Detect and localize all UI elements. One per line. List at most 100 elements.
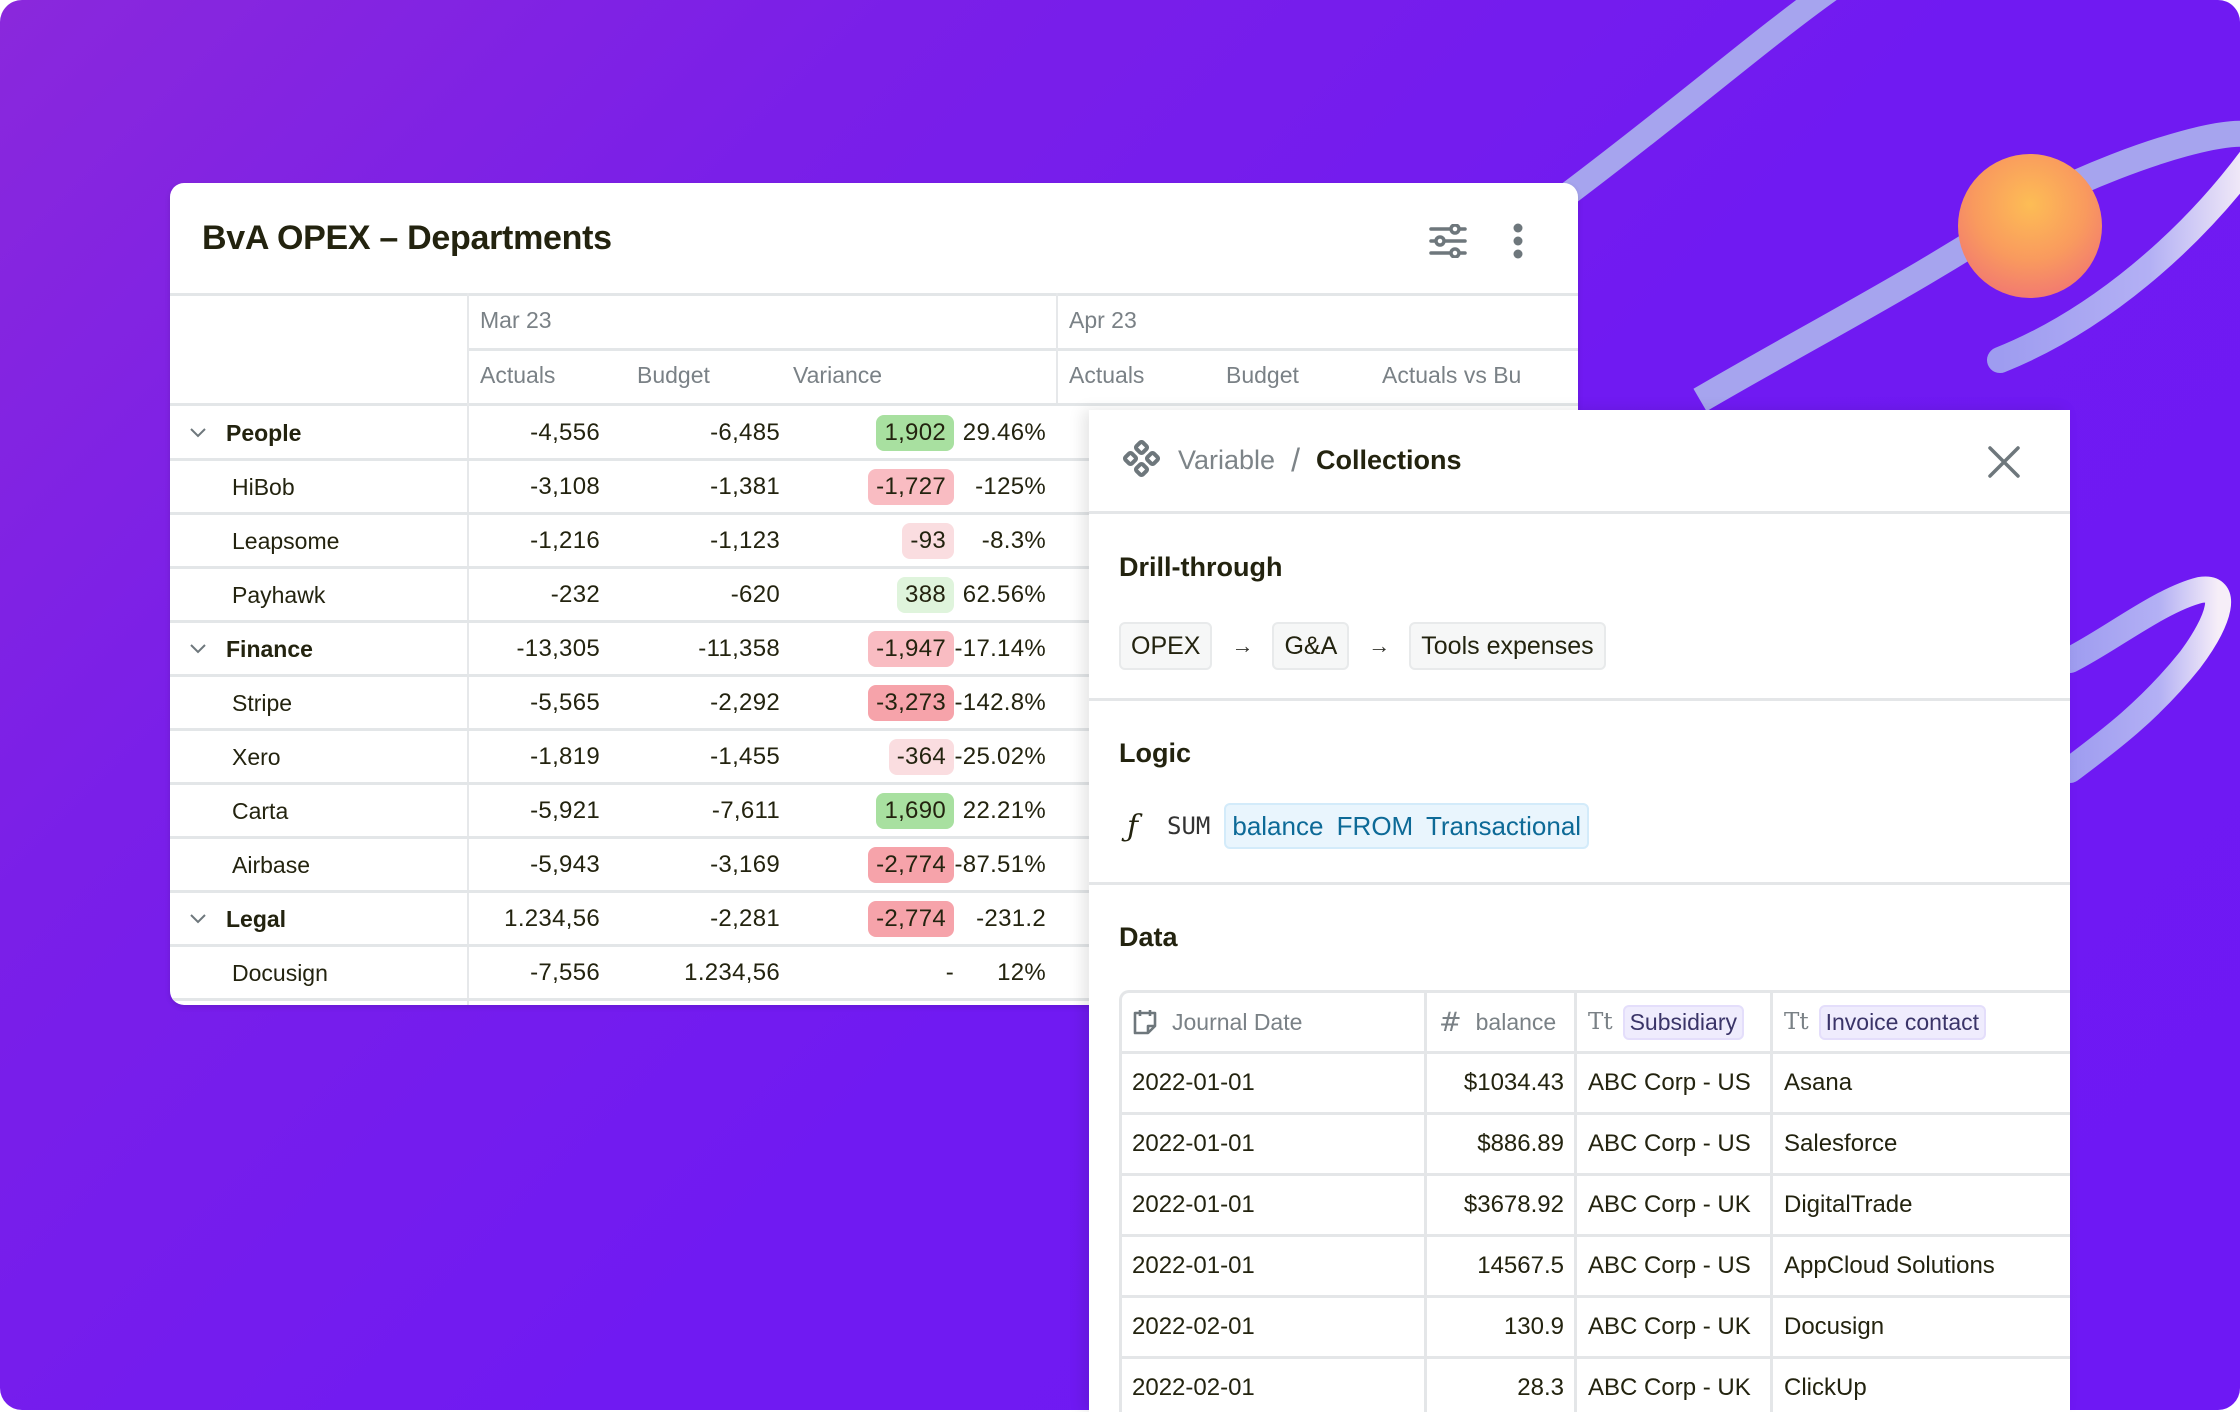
row-label-text: Docusign <box>232 959 328 986</box>
variance-badge: -1,727 <box>868 469 954 505</box>
period-header-mar: Mar 23 <box>480 307 552 333</box>
cell-variance-pct: -17.14% <box>954 635 1046 662</box>
logic-title: Logic <box>1119 738 1191 768</box>
row-label-text: Airbase <box>232 851 310 878</box>
cell-balance: $886.89 <box>1424 1115 1574 1173</box>
data-table-row[interactable]: 2022-01-01 $886.89 ABC Corp - US Salesforce <box>1122 1115 2070 1176</box>
breadcrumb: Variable / Collections <box>1122 440 1461 480</box>
cell-variance-pct: -8.3% <box>981 527 1046 554</box>
variance-badge: -2,774 <box>868 901 954 937</box>
row-label-text: Xero <box>232 743 281 770</box>
data-table: Journal Date # balance Tt Subsidiary Tt … <box>1119 990 2070 1412</box>
cell-variance: -2,774 <box>790 838 954 892</box>
text-type-icon: Tt <box>1588 1009 1613 1035</box>
row-label[interactable]: Finance <box>170 622 468 676</box>
cell-variance: 1,902 <box>790 406 954 460</box>
variable-detail-panel: Variable / Collections Drill-through OPE… <box>1089 410 2070 1412</box>
col-header-actuals[interactable]: Actuals <box>480 348 555 403</box>
col-header-variance[interactable]: Variance <box>793 348 882 403</box>
cell-variance: 388 <box>790 568 954 622</box>
cell-actuals: -5,943 <box>530 851 600 878</box>
variance-badge: -364 <box>888 739 954 775</box>
chevron-down-icon[interactable] <box>188 644 208 654</box>
cell-variance: -3,273 <box>790 676 954 730</box>
cell-budget: 1.234,56 <box>684 959 780 986</box>
cell-journal-date: 2022-02-01 <box>1132 1313 1255 1340</box>
cell-budget: -3,169 <box>710 851 780 878</box>
col-header-actuals-vs-budget[interactable]: Actuals vs Bu <box>1382 348 1542 403</box>
variance-badge: -1,947 <box>868 631 954 667</box>
ring-upper <box>1548 0 1837 212</box>
cell-variance: -1,727 <box>790 460 954 514</box>
cell-invoice-contact: AppCloud Solutions <box>1770 1237 2073 1295</box>
variance-badge: 388 <box>897 577 954 613</box>
breadcrumb-parent[interactable]: Variable <box>1178 445 1275 476</box>
close-panel-button[interactable] <box>1986 444 2022 480</box>
report-title: BvA OPEX – Departments <box>202 219 612 257</box>
cell-subsidiary: ABC Corp - US <box>1574 1237 1770 1295</box>
cell-invoice-contact: Salesforce <box>1770 1115 2073 1173</box>
cell-budget: -2,281 <box>710 905 780 932</box>
col-header-actuals[interactable]: Actuals <box>1069 348 1144 403</box>
arrow-right-icon: → <box>1231 633 1254 658</box>
col-header-balance[interactable]: # balance <box>1424 993 1574 1051</box>
data-table-row[interactable]: 2022-02-01 130.9 ABC Corp - UK Docusign <box>1122 1298 2070 1359</box>
logic-formula: ƒ SUM balance FROM Transactional <box>1127 803 1590 849</box>
row-label[interactable]: People <box>170 406 468 460</box>
filter-settings-button[interactable] <box>1428 221 1468 261</box>
breadcrumb-separator: / <box>1291 441 1300 478</box>
variance-badge: - <box>945 959 954 986</box>
col-header-budget[interactable]: Budget <box>1226 348 1299 403</box>
period-header-apr: Apr 23 <box>1069 307 1137 333</box>
cell-journal-date: 2022-01-01 <box>1132 1069 1255 1096</box>
variable-icon <box>1122 440 1161 478</box>
data-table-row[interactable]: 2022-02-01 28.3 ABC Corp - UK ClickUp <box>1122 1359 2070 1412</box>
cell-budget: -6,485 <box>710 419 780 446</box>
cell-variance: -1,947 <box>790 622 954 676</box>
formula-expression[interactable]: balance FROM Transactional <box>1224 803 1590 849</box>
chevron-down-icon[interactable] <box>188 914 208 924</box>
col-header-journal-date[interactable]: Journal Date <box>1122 993 1424 1051</box>
col-header-invoice-contact[interactable]: Tt Invoice contact <box>1770 993 2073 1051</box>
data-title: Data <box>1119 922 1178 952</box>
cell-balance: 14567.5 <box>1424 1237 1574 1295</box>
more-options-button[interactable] <box>1498 221 1538 261</box>
orb <box>1958 154 2102 298</box>
cell-variance-pct: 29.46% <box>962 419 1046 446</box>
drill-through-path: OPEX → G&A → Tools expenses <box>1119 622 1606 670</box>
data-table-row[interactable]: 2022-01-01 $3678.92 ABC Corp - UK DigitalTr… <box>1122 1176 2070 1237</box>
cell-balance: 130.9 <box>1424 1298 1574 1356</box>
cell-budget: -11,358 <box>698 635 780 662</box>
data-table-row[interactable]: 2022-01-01 $1034.43 ABC Corp - US Asana <box>1122 1054 2070 1115</box>
arrow-right-icon: → <box>1368 633 1391 658</box>
cell-variance-pct: 12% <box>997 959 1046 986</box>
col-header-subsidiary[interactable]: Tt Subsidiary <box>1574 993 1770 1051</box>
drill-chip-tools-expenses[interactable]: Tools expenses <box>1409 622 1606 670</box>
col-header-budget[interactable]: Budget <box>637 348 710 403</box>
chevron-down-icon[interactable] <box>188 428 208 438</box>
data-table-header: Journal Date # balance Tt Subsidiary Tt … <box>1122 993 2070 1054</box>
drill-chip-ga[interactable]: G&A <box>1272 622 1350 670</box>
cell-actuals: -13,305 <box>516 635 600 662</box>
cell-actuals: -5,565 <box>530 689 600 716</box>
cell-journal-date: 2022-01-01 <box>1132 1252 1255 1279</box>
cell-budget: -1,381 <box>710 473 780 500</box>
row-label-text: Legal <box>226 905 287 932</box>
cell-journal-date: 2022-01-01 <box>1132 1191 1255 1218</box>
drill-chip-opex[interactable]: OPEX <box>1119 622 1213 670</box>
data-table-row[interactable]: 2022-01-01 14567.5 ABC Corp - US AppCloud S… <box>1122 1237 2070 1298</box>
cell-journal-date: 2022-02-01 <box>1132 1374 1255 1401</box>
cell-balance: $3678.92 <box>1424 1176 1574 1234</box>
cell-variance-pct: 62.56% <box>962 581 1046 608</box>
cell-actuals: -232 <box>550 581 600 608</box>
variance-badge: -2,774 <box>868 847 954 883</box>
cell-variance: -364 <box>790 730 954 784</box>
text-type-icon: Tt <box>1784 1009 1809 1035</box>
row-label: Payhawk <box>170 568 468 622</box>
variance-badge: 1,690 <box>876 793 954 829</box>
row-label: Leapsome <box>170 514 468 568</box>
row-label[interactable]: Legal <box>170 892 468 946</box>
cell-actuals: -5,921 <box>530 797 600 824</box>
cell-budget: -1,123 <box>710 527 780 554</box>
cell-budget: -2,292 <box>710 689 780 716</box>
